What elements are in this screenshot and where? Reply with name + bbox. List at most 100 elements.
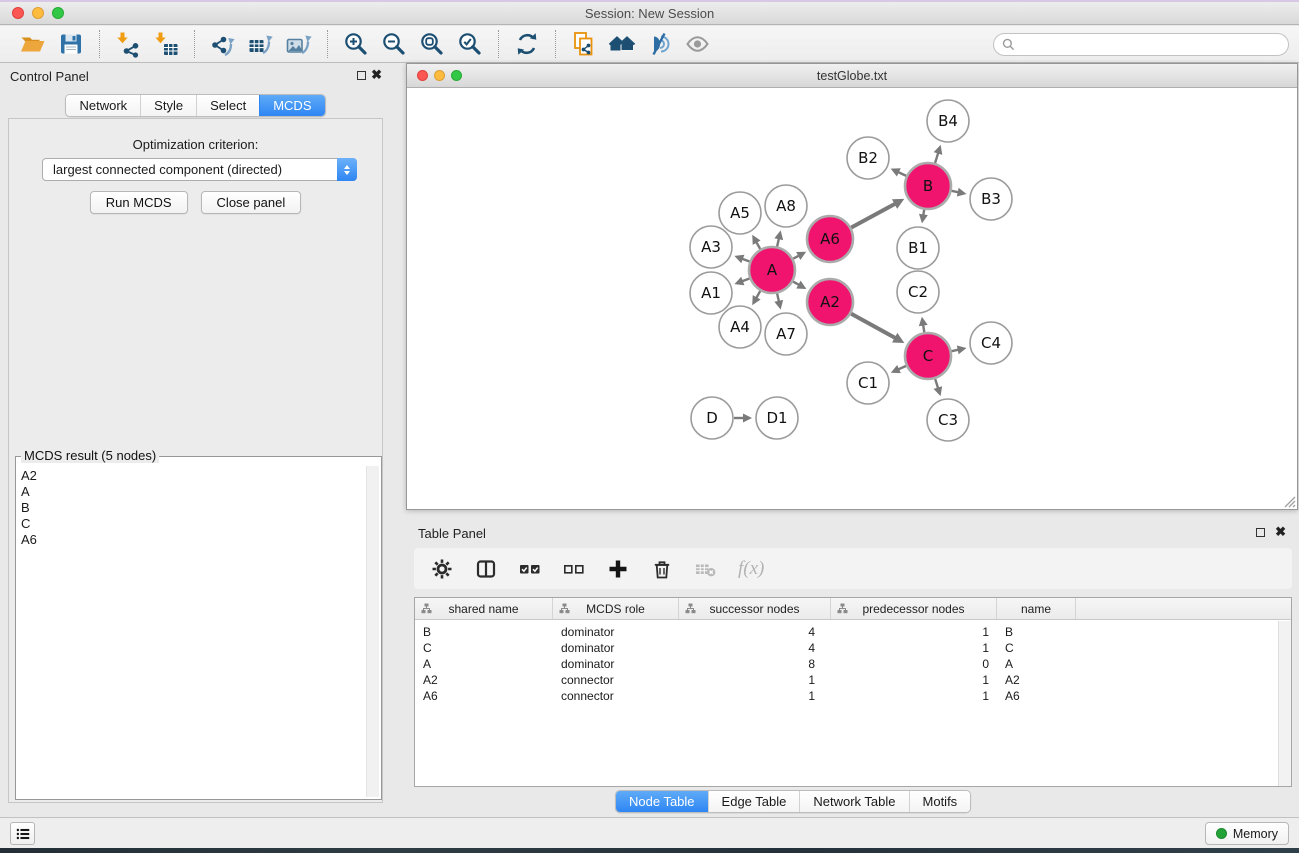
table-cell: B [997, 625, 1076, 639]
graph-node-label: A [767, 261, 778, 279]
search-field[interactable] [993, 33, 1289, 56]
table-row[interactable]: A2connector11A2 [415, 672, 1291, 688]
column-header-predecessor-nodes[interactable]: predecessor nodes [831, 598, 997, 619]
graph-edge-arrowhead [774, 300, 783, 310]
table-cell: 1 [831, 641, 997, 655]
zoom-fit-icon[interactable] [417, 29, 447, 59]
tab-node-table[interactable]: Node Table [616, 791, 708, 812]
graph-node-label: C3 [938, 411, 958, 429]
save-session-icon[interactable] [56, 29, 86, 59]
column-header-shared-name[interactable]: shared name [415, 598, 553, 619]
control-panel: Control Panel ✖ NetworkStyleSelectMCDS O… [0, 63, 391, 817]
dropdown-stepper-icon [337, 158, 357, 181]
zoom-selected-icon[interactable] [455, 29, 485, 59]
refresh-layout-icon[interactable] [512, 29, 542, 59]
column-header-successor-nodes[interactable]: successor nodes [679, 598, 831, 619]
deselect-all-icon[interactable] [562, 557, 586, 581]
export-network-icon[interactable] [208, 29, 238, 59]
graph-edge-C-C3[interactable] [935, 379, 938, 389]
table-row[interactable]: A6connector11A6 [415, 688, 1291, 704]
graph-node-label: A6 [820, 230, 840, 248]
mcds-result-item[interactable]: C [21, 516, 365, 532]
tab-network[interactable]: Network [66, 95, 140, 116]
network-window-titlebar: testGlobe.txt [407, 64, 1297, 88]
graph-edge-A2-C[interactable] [851, 314, 896, 339]
graph-node-label: A3 [701, 238, 721, 256]
graph-node-label: A4 [730, 318, 750, 336]
column-header-mcds-role[interactable]: MCDS role [553, 598, 679, 619]
table-row[interactable]: Adominator80A [415, 656, 1291, 672]
graph-edge-arrowhead [957, 188, 967, 197]
add-column-icon[interactable] [606, 557, 630, 581]
mcds-result-scrollbar[interactable] [366, 466, 379, 797]
table-cell: 0 [831, 657, 997, 671]
graph-node-label: B4 [938, 112, 958, 130]
import-table-icon[interactable] [151, 29, 181, 59]
resize-grip-icon[interactable] [1282, 494, 1296, 508]
table-row[interactable]: Cdominator41C [415, 640, 1291, 656]
tab-style[interactable]: Style [140, 95, 196, 116]
toolbar-separator [327, 30, 328, 58]
criterion-dropdown[interactable]: largest connected component (directed) [42, 158, 357, 181]
table-cell: B [415, 625, 553, 639]
memory-button[interactable]: Memory [1205, 822, 1289, 845]
graph-node-label: B [923, 177, 933, 195]
graph-node-label: C1 [858, 374, 878, 392]
graph-node-label: A7 [776, 325, 796, 343]
table-scrollbar[interactable] [1278, 621, 1291, 786]
table-row[interactable]: Bdominator41B [415, 624, 1291, 640]
zoom-out-icon[interactable] [379, 29, 409, 59]
float-table-panel-icon[interactable] [1256, 528, 1265, 537]
table-toolbar: f(x) [414, 548, 1292, 589]
show-column-icon[interactable] [474, 557, 498, 581]
memory-status-icon [1216, 828, 1227, 839]
tab-motifs[interactable]: Motifs [909, 791, 971, 812]
delete-column-icon[interactable] [650, 557, 674, 581]
table-cell: connector [553, 673, 679, 687]
graph-edge-A6-B[interactable] [851, 203, 896, 227]
first-neighbors-icon[interactable] [607, 29, 637, 59]
graph-node-label: C [923, 347, 933, 365]
close-table-panel-icon[interactable]: ✖ [1275, 524, 1286, 540]
graph-node-label: B3 [981, 190, 1001, 208]
mcds-result-item[interactable]: A [21, 484, 365, 500]
select-all-icon[interactable] [518, 557, 542, 581]
table-cell: A6 [997, 689, 1076, 703]
export-table-icon[interactable] [246, 29, 276, 59]
desktop-background-strip [0, 848, 1299, 853]
network-canvas[interactable]: B4B2BB3A8A5A6A3B1AC2A1A2A4A7C4CC1C3DD1 [407, 88, 1297, 509]
table-cell: C [997, 641, 1076, 655]
new-network-from-selection-icon[interactable] [569, 29, 599, 59]
close-panel-icon[interactable]: ✖ [371, 67, 382, 83]
tab-network-table[interactable]: Network Table [799, 791, 908, 812]
float-panel-icon[interactable] [357, 71, 366, 80]
task-history-button[interactable] [10, 822, 35, 845]
hide-selected-icon[interactable] [645, 29, 675, 59]
table-settings-gear-icon[interactable] [430, 557, 454, 581]
control-panel-titlebar: Control Panel ✖ [0, 63, 391, 89]
graph-node-label: C2 [908, 283, 928, 301]
open-session-icon[interactable] [18, 29, 48, 59]
close-panel-button[interactable]: Close panel [201, 191, 302, 214]
graph-node-label: A2 [820, 293, 840, 311]
mcds-result-item[interactable]: A6 [21, 532, 365, 548]
graph-edge-B-B4[interactable] [935, 152, 938, 163]
mcds-result-item[interactable]: A2 [21, 468, 365, 484]
table-cell: dominator [553, 641, 679, 655]
run-mcds-button[interactable]: Run MCDS [90, 191, 188, 214]
show-all-icon[interactable] [683, 29, 713, 59]
graph-node-label: D1 [766, 409, 787, 427]
tab-select[interactable]: Select [196, 95, 259, 116]
column-header-name[interactable]: name [997, 598, 1076, 619]
graph-node-label: B2 [858, 149, 878, 167]
search-input[interactable] [1020, 38, 1288, 52]
table-panel-titlebar: Table Panel ✖ [406, 520, 1299, 546]
toolbar-separator [194, 30, 195, 58]
tab-edge-table[interactable]: Edge Table [708, 791, 800, 812]
graph-node-label: A8 [776, 197, 796, 215]
import-network-icon[interactable] [113, 29, 143, 59]
export-image-icon[interactable] [284, 29, 314, 59]
zoom-in-icon[interactable] [341, 29, 371, 59]
mcds-result-item[interactable]: B [21, 500, 365, 516]
tab-mcds[interactable]: MCDS [259, 95, 324, 116]
